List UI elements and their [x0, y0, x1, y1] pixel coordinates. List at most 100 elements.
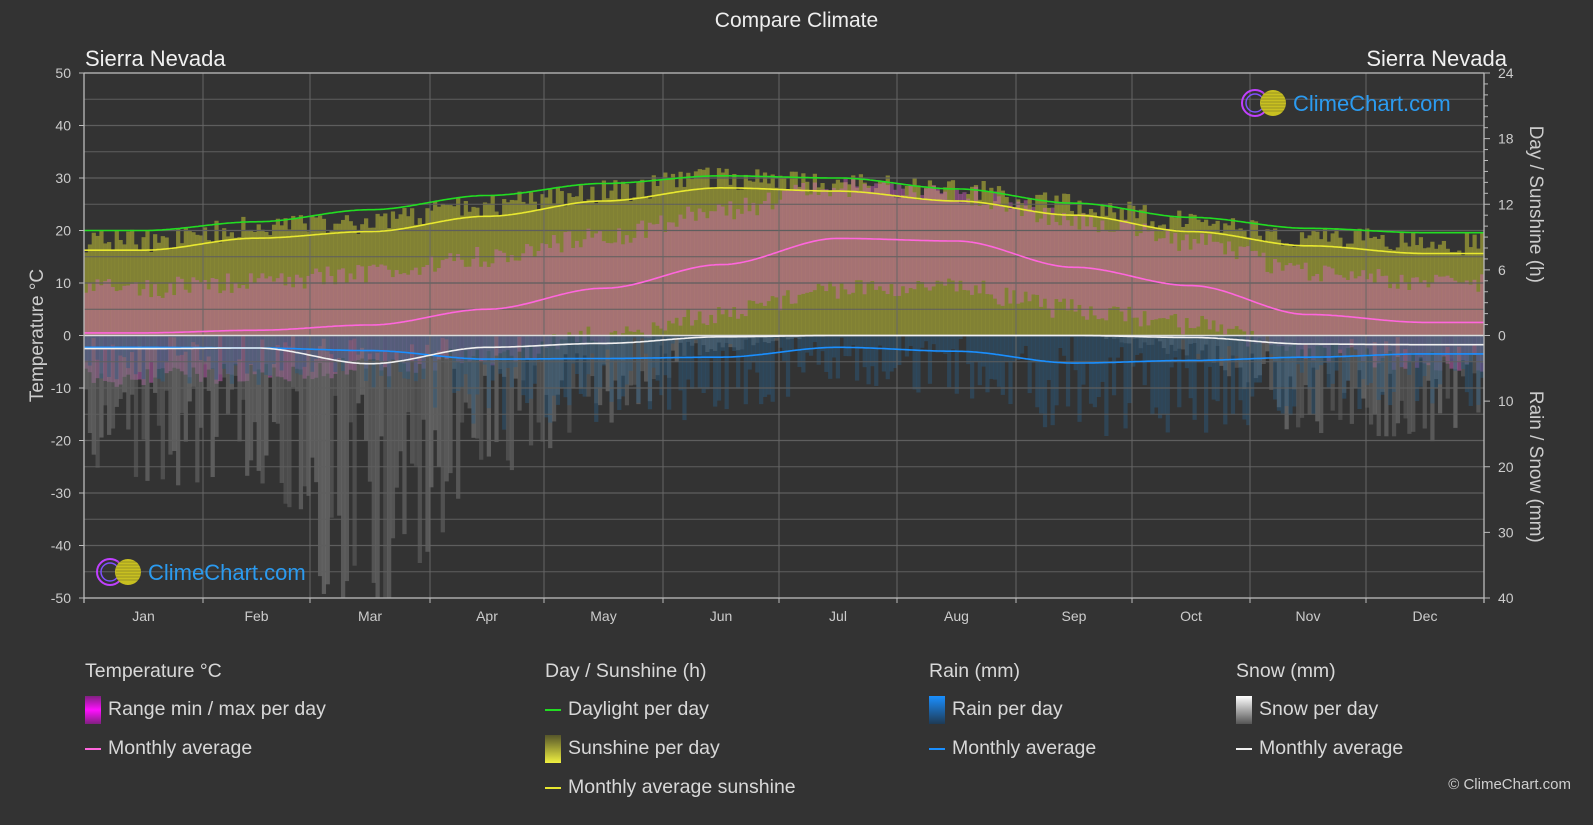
rain-day-bar: [502, 335, 507, 430]
rain-day-bar: [536, 335, 541, 359]
rain-day-bar: [1407, 335, 1412, 375]
rain-day-bar: [1399, 335, 1404, 368]
snow-day-bar: [417, 335, 422, 564]
snow-day-bar: [337, 335, 342, 516]
snow-day-bar: [172, 335, 177, 451]
rain-day-bar: [759, 335, 764, 405]
snow-day-bar: [367, 335, 373, 482]
rain-day-bar: [133, 335, 139, 375]
x-tick-label: Feb: [244, 608, 268, 624]
rain-day-bar: [801, 335, 806, 373]
legend-label: Range min / max per day: [108, 698, 326, 720]
temp-range-day-bar: [1069, 225, 1074, 300]
rain-day-bar: [1111, 335, 1117, 396]
rain-day-bar: [1338, 335, 1343, 350]
temp-range-day-bar: [644, 237, 649, 338]
rain-day-bar: [1418, 335, 1424, 387]
rain-day-bar: [153, 335, 158, 347]
rain-day-bar: [402, 335, 407, 379]
temp-range-day-bar: [1280, 270, 1285, 346]
legend-label: Monthly average: [952, 737, 1097, 759]
rain-day-bar: [970, 335, 975, 399]
snow-day-bar: [218, 335, 223, 375]
temp-range-day-bar: [1188, 249, 1193, 329]
rain-day-bar: [459, 335, 465, 387]
rain-day-bar: [812, 335, 818, 343]
rain-day-bar: [1238, 335, 1243, 401]
rain-day-bar: [858, 335, 864, 348]
rain-day-bar: [1223, 335, 1228, 425]
temp-range-day-bar: [1265, 271, 1270, 337]
rain-day-bar: [1142, 335, 1147, 386]
temp-range-day-bar: [1230, 251, 1236, 329]
rain-day-bar: [743, 335, 748, 405]
rain-day-bar: [544, 335, 549, 418]
rain-day-bar: [782, 335, 787, 361]
temp-range-day-bar: [521, 253, 526, 345]
rain-day-bar: [425, 335, 430, 345]
rain-day-bar: [298, 335, 304, 375]
rain-day-bar: [973, 335, 979, 362]
rain-day-bar: [1280, 335, 1285, 414]
snow-day-bar: [321, 335, 327, 594]
temp-range-day-bar: [1027, 208, 1032, 302]
temp-range-day-bar: [1023, 200, 1028, 292]
temp-range-day-bar: [1200, 233, 1205, 316]
left-tick-label: 20: [55, 223, 71, 239]
rain-day-bar: [1284, 335, 1289, 407]
rain-day-bar: [966, 335, 971, 365]
snow-day-bar: [329, 335, 334, 518]
rain-day-bar: [1426, 335, 1431, 363]
temp-range-day-bar: [1085, 226, 1090, 320]
temp-range-day-bar: [1177, 250, 1182, 328]
legend-item: Rain per day: [929, 695, 1096, 724]
snow-day-bar: [325, 335, 330, 585]
rain-day-bar: [816, 335, 821, 365]
rain-day-bar: [275, 335, 281, 346]
rain-day-bar: [716, 335, 722, 401]
rain-day-bar: [766, 335, 771, 395]
rain-day-bar: [264, 335, 269, 375]
rain-day-bar: [1384, 335, 1389, 342]
left-tick-label: -20: [51, 433, 71, 449]
right-tick-label-hours: 6: [1498, 262, 1506, 278]
rain-day-bar: [456, 335, 461, 392]
rain-day-bar: [137, 335, 142, 346]
temp-range-swatch-icon: [85, 695, 101, 724]
temp-range-day-bar: [1046, 224, 1051, 309]
snow-day-bar: [317, 335, 323, 577]
rain-day-bar: [1437, 335, 1443, 385]
temp-range-day-bar: [1150, 229, 1155, 320]
rain-day-bar: [732, 335, 737, 352]
rain-day-bar: [122, 335, 127, 358]
rain-day-bar: [931, 335, 936, 345]
temp-range-day-bar: [597, 231, 603, 344]
x-tick-label: Apr: [476, 608, 498, 624]
snow-day-bar: [440, 335, 445, 533]
temp-range-day-bar: [904, 195, 910, 294]
watermark-logo-top: ClimeChart.com: [1241, 89, 1451, 117]
rain-day-bar: [130, 335, 135, 353]
rain-day-bar: [739, 335, 745, 356]
rain-day-bar: [617, 335, 622, 410]
rain-day-bar: [555, 335, 561, 405]
temp-range-day-bar: [939, 193, 944, 282]
temp-range-day-bar: [900, 188, 906, 287]
temp-range-day-bar: [1196, 243, 1201, 327]
temp-range-day-bar: [720, 206, 725, 315]
rain-day-bar: [1161, 335, 1167, 415]
rain-day-bar: [126, 335, 131, 369]
rain-day-bar: [1019, 335, 1025, 354]
rain-day-bar: [808, 335, 814, 356]
rain-day-bar: [847, 335, 852, 357]
legend-label: Monthly average: [108, 737, 253, 759]
rain-day-bar: [1388, 335, 1393, 406]
rain-day-bar: [118, 335, 123, 356]
rain-day-bar: [1119, 335, 1124, 348]
temp-range-day-bar: [1288, 263, 1293, 347]
snow-day-bar: [390, 335, 396, 539]
temp-range-day-bar: [989, 209, 994, 295]
rain-day-bar: [797, 335, 802, 367]
rain-day-bar: [1100, 335, 1105, 382]
temp-range-day-bar: [578, 247, 584, 331]
